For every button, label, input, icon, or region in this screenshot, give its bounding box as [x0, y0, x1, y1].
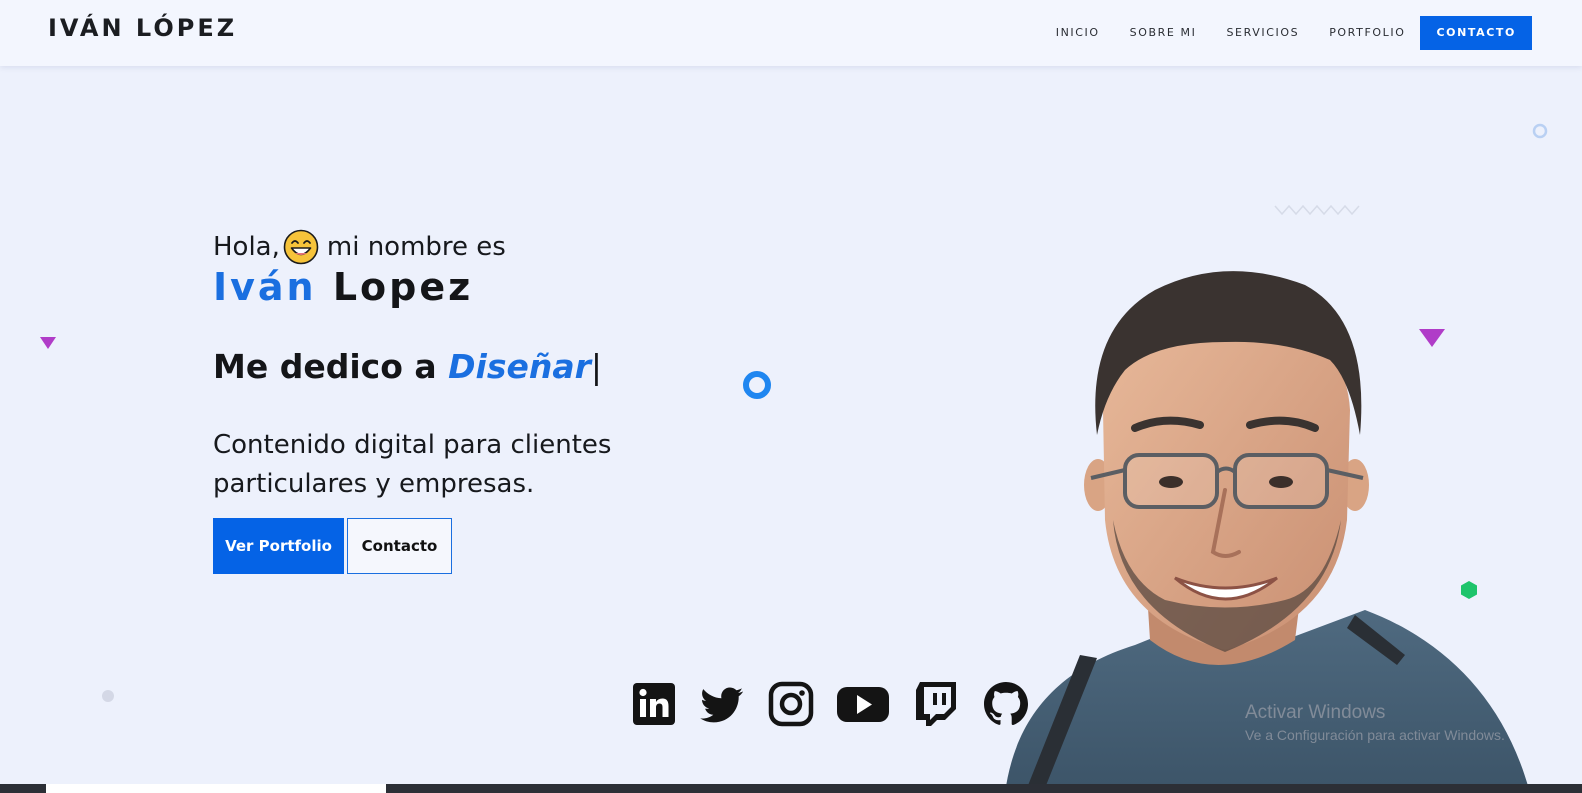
greeting-line: Hola, mi nombre es — [213, 229, 506, 265]
nav-link-sobre-mi[interactable]: SOBRE MI — [1115, 16, 1212, 50]
navbar: IVÁN LÓPEZ INICIO SOBRE MI SERVICIOS POR… — [0, 0, 1582, 66]
nav-link-portfolio[interactable]: PORTFOLIO — [1314, 16, 1420, 50]
zigzag-decoration — [1274, 204, 1360, 216]
instagram-icon[interactable] — [767, 680, 815, 728]
name-last: Lopez — [332, 265, 474, 309]
tagline-prefix: Me dedico a — [213, 347, 437, 386]
typing-cursor: | — [590, 347, 603, 386]
twitch-icon[interactable] — [912, 680, 960, 728]
nav-link-inicio[interactable]: INICIO — [1041, 16, 1115, 50]
bottom-strip — [0, 784, 1582, 793]
nav-contact-button[interactable]: CONTACTO — [1420, 16, 1532, 50]
windows-activation-title: Activar Windows — [1245, 702, 1386, 723]
view-portfolio-button[interactable]: Ver Portfolio — [213, 518, 344, 574]
greeting-prefix: Hola, — [213, 232, 280, 262]
tagline-role: Diseñar — [448, 347, 591, 386]
page: IVÁN LÓPEZ INICIO SOBRE MI SERVICIOS POR… — [0, 0, 1582, 793]
dot-decoration — [102, 690, 114, 702]
name-first: Iván — [213, 265, 317, 309]
grinning-face-icon — [283, 229, 319, 265]
triangle-decoration-left — [40, 337, 56, 349]
twitter-icon[interactable] — [698, 680, 746, 728]
windows-activation-subtitle: Ve a Configuración para activar Windows. — [1245, 727, 1505, 743]
brand-logo[interactable]: IVÁN LÓPEZ — [48, 14, 237, 42]
linkedin-icon[interactable] — [630, 680, 678, 728]
ring-decoration-small — [1532, 123, 1548, 139]
nav-link-servicios[interactable]: SERVICIOS — [1211, 16, 1314, 50]
contact-button[interactable]: Contacto — [347, 518, 452, 574]
ring-decoration-blue — [743, 371, 771, 399]
youtube-icon[interactable] — [835, 680, 891, 728]
hero-tagline: Me dedico a Diseñar| — [213, 347, 602, 386]
hero-name: Iván Lopez — [213, 265, 473, 309]
greeting-suffix: mi nombre es — [326, 232, 506, 262]
nav-links: INICIO SOBRE MI SERVICIOS PORTFOLIO CONT… — [1041, 16, 1532, 50]
hero-description: Contenido digital para clientes particul… — [213, 430, 612, 499]
